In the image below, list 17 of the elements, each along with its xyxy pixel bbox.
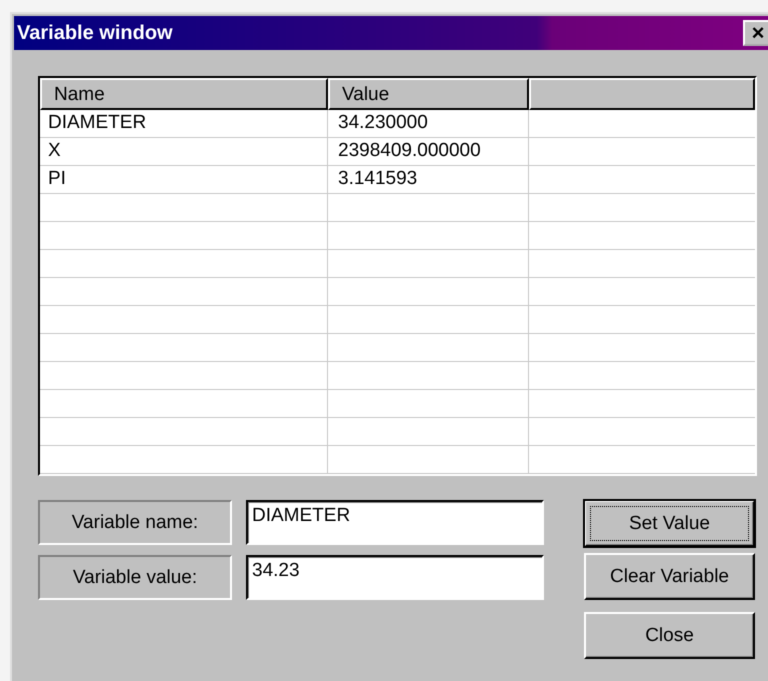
table-cell: 34.230000 [328, 110, 529, 137]
table-cell: 2398409.000000 [328, 138, 529, 165]
dialog-button[interactable]: Set Value [584, 500, 755, 547]
dialog-button[interactable]: Close [584, 612, 755, 659]
column-header[interactable]: Name [40, 78, 328, 110]
field-label: Variable value: [38, 555, 232, 600]
input-field[interactable]: 34.23 [246, 555, 544, 600]
window-title: Variable window [17, 22, 173, 44]
field-label: Variable name: [38, 500, 232, 545]
table-cell: DIAMETER [40, 110, 328, 137]
column-header[interactable]: Value [328, 78, 529, 110]
table-cell: X [40, 138, 328, 165]
dialog-button[interactable]: Clear Variable [584, 553, 755, 600]
table-cell: PI [40, 166, 328, 193]
table-cell: 3.141593 [328, 166, 529, 193]
close-button[interactable]: × [743, 20, 768, 46]
input-field[interactable]: DIAMETER [246, 500, 544, 545]
